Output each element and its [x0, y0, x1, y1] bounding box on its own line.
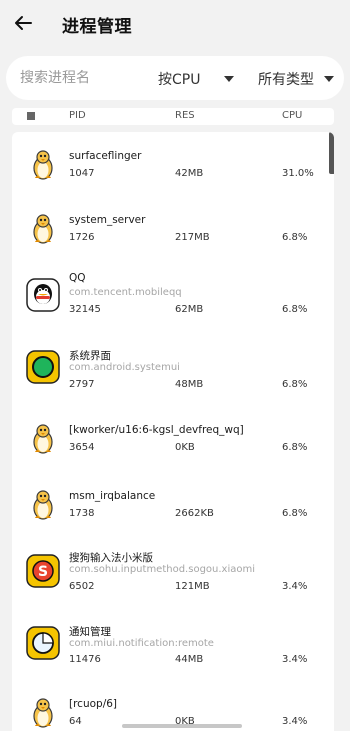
process-name: 搜狗输入法小米版: [69, 552, 153, 564]
caret-down-icon: [224, 76, 234, 82]
process-cpu: 3.4%: [282, 654, 308, 665]
process-row[interactable]: [kworker/u16:6-kgsl_devfreq_wq] 3654 0KB…: [12, 412, 334, 480]
process-pid: 64: [69, 716, 82, 727]
process-pid: 1047: [69, 168, 95, 179]
bottom-scroll-indicator: [122, 724, 242, 728]
column-header-res[interactable]: RES: [175, 110, 195, 121]
type-dropdown[interactable]: 所有类型: [258, 68, 334, 90]
linux-penguin-icon: [26, 422, 60, 456]
page-title: 进程管理: [62, 17, 132, 37]
process-row[interactable]: QQ com.tencent.mobileqq 32145 62MB 6.8%: [12, 268, 334, 336]
process-row[interactable]: surfaceflinger 1047 42MB 31.0%: [12, 140, 334, 208]
column-header-cpu[interactable]: CPU: [282, 110, 302, 121]
process-cpu: 6.8%: [282, 442, 308, 453]
process-package: com.miui.notification:remote: [69, 638, 214, 649]
process-cpu: 6.8%: [282, 304, 308, 315]
process-pid: 1738: [69, 508, 95, 519]
process-row[interactable]: 系统界面 com.android.systemui 2797 48MB 6.8%: [12, 340, 334, 408]
process-row[interactable]: system_server 1726 217MB 6.8%: [12, 204, 334, 272]
process-pid: 3654: [69, 442, 95, 453]
process-cpu: 31.0%: [282, 168, 314, 179]
linux-penguin-icon: [26, 488, 60, 522]
process-res: 62MB: [175, 304, 204, 315]
process-cpu: 3.4%: [282, 581, 308, 592]
process-res: 2662KB: [175, 508, 214, 519]
vertical-scrollbar[interactable]: [329, 132, 334, 174]
linux-penguin-icon: [26, 696, 60, 730]
process-row[interactable]: S 搜狗输入法小米版 com.sohu.inputmethod.sogou.xi…: [12, 544, 334, 612]
process-package: com.android.systemui: [69, 362, 180, 373]
process-cpu: 6.8%: [282, 379, 308, 390]
sort-dropdown-label: 按CPU: [158, 72, 201, 88]
app-bar: 进程管理: [0, 0, 350, 50]
process-pid: 6502: [69, 581, 95, 592]
process-package: com.tencent.mobileqq: [69, 287, 182, 298]
process-name: surfaceflinger: [69, 150, 142, 162]
process-name: 系统界面: [69, 350, 111, 362]
arrow-left-icon: [15, 16, 32, 30]
type-dropdown-label: 所有类型: [258, 72, 314, 88]
process-package: com.sohu.inputmethod.sogou.xiaomi: [69, 564, 256, 575]
process-pid: 2797: [69, 379, 95, 390]
systemui-app-icon: [26, 350, 60, 384]
process-name: system_server: [69, 214, 146, 226]
process-cpu: 6.8%: [282, 232, 308, 243]
notification-app-icon: [26, 626, 60, 660]
process-res: 44MB: [175, 654, 204, 665]
linux-penguin-icon: [26, 148, 60, 182]
process-cpu: 3.4%: [282, 716, 308, 727]
sogou-app-icon: S: [26, 554, 60, 588]
sort-dropdown[interactable]: 按CPU: [158, 68, 234, 90]
process-list[interactable]: surfaceflinger 1047 42MB 31.0% system_se…: [12, 132, 334, 731]
process-name: [kworker/u16:6-kgsl_devfreq_wq]: [69, 424, 244, 436]
table-header: PID RES CPU: [12, 108, 334, 125]
column-header-pid[interactable]: PID: [69, 110, 86, 121]
process-pid: 1726: [69, 232, 95, 243]
process-row[interactable]: 通知管理 com.miui.notification:remote 11476 …: [12, 616, 334, 684]
process-pid: 11476: [69, 654, 101, 665]
process-res: 48MB: [175, 379, 204, 390]
back-button[interactable]: [10, 10, 36, 36]
filter-bar: 按CPU 所有类型: [6, 56, 344, 100]
process-res: 42MB: [175, 168, 204, 179]
select-all-checkbox[interactable]: [27, 112, 35, 120]
process-name: [rcuop/6]: [69, 698, 118, 710]
svg-text:S: S: [38, 564, 48, 580]
process-cpu: 6.8%: [282, 508, 308, 519]
process-res: 0KB: [175, 442, 195, 453]
process-name: 通知管理: [69, 626, 111, 638]
process-name: QQ: [69, 272, 86, 284]
linux-penguin-icon: [26, 212, 60, 246]
process-res: 121MB: [175, 581, 210, 592]
search-input[interactable]: [20, 67, 140, 89]
process-name: msm_irqbalance: [69, 490, 156, 502]
caret-down-icon: [324, 76, 334, 82]
qq-app-icon: [26, 278, 60, 312]
process-pid: 32145: [69, 304, 101, 315]
process-row[interactable]: msm_irqbalance 1738 2662KB 6.8%: [12, 480, 334, 548]
process-res: 217MB: [175, 232, 210, 243]
